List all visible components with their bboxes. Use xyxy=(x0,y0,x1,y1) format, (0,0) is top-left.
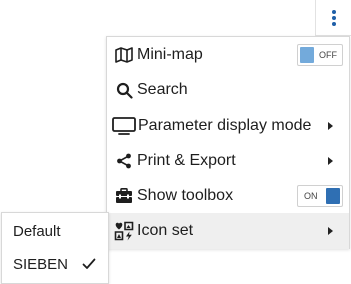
share-icon xyxy=(114,151,134,171)
icon-set-icon xyxy=(114,221,134,241)
mini-map-toggle[interactable]: OFF xyxy=(297,44,343,66)
submenu-item-default[interactable]: Default xyxy=(2,215,108,249)
options-menu: Mini-map OFF Search Parameter display mo… xyxy=(106,36,350,249)
toggle-state-label: ON xyxy=(304,191,318,201)
show-toolbox-toggle[interactable]: ON xyxy=(297,185,343,207)
menu-item-label: Show toolbox xyxy=(137,187,234,204)
menu-item-label: Search xyxy=(137,81,188,98)
menu-item-parameter-display-mode[interactable]: Parameter display mode xyxy=(107,108,349,144)
submenu-item-label: Default xyxy=(13,223,61,240)
toggle-knob xyxy=(300,47,314,63)
toggle-state-label: OFF xyxy=(319,50,337,60)
checkmark-icon xyxy=(82,257,96,275)
kebab-vertical-icon xyxy=(331,9,337,27)
icon-set-submenu: Default SIEBEN xyxy=(1,212,109,284)
more-options-button[interactable] xyxy=(315,0,351,36)
menu-item-label: Parameter display mode xyxy=(138,117,312,134)
menu-item-icon-set[interactable]: Icon set xyxy=(107,213,349,249)
menu-item-search[interactable]: Search xyxy=(107,72,349,108)
menu-item-label: Print & Export xyxy=(137,152,236,169)
search-icon xyxy=(114,80,134,100)
toolbox-icon xyxy=(114,186,134,206)
menu-item-print-export[interactable]: Print & Export xyxy=(107,143,349,179)
submenu-item-sieben[interactable]: SIEBEN xyxy=(2,248,108,282)
menu-item-show-toolbox[interactable]: Show toolbox ON xyxy=(107,178,349,214)
map-icon xyxy=(114,45,134,65)
menu-item-label: Icon set xyxy=(137,222,194,239)
chevron-right-icon xyxy=(328,122,333,130)
submenu-item-label: SIEBEN xyxy=(13,256,69,273)
chevron-right-icon xyxy=(328,157,333,165)
menu-item-mini-map[interactable]: Mini-map OFF xyxy=(107,37,349,73)
chevron-right-icon xyxy=(328,227,333,235)
toggle-knob xyxy=(326,188,340,204)
monitor-icon xyxy=(112,116,136,136)
menu-item-label: Mini-map xyxy=(137,46,203,63)
